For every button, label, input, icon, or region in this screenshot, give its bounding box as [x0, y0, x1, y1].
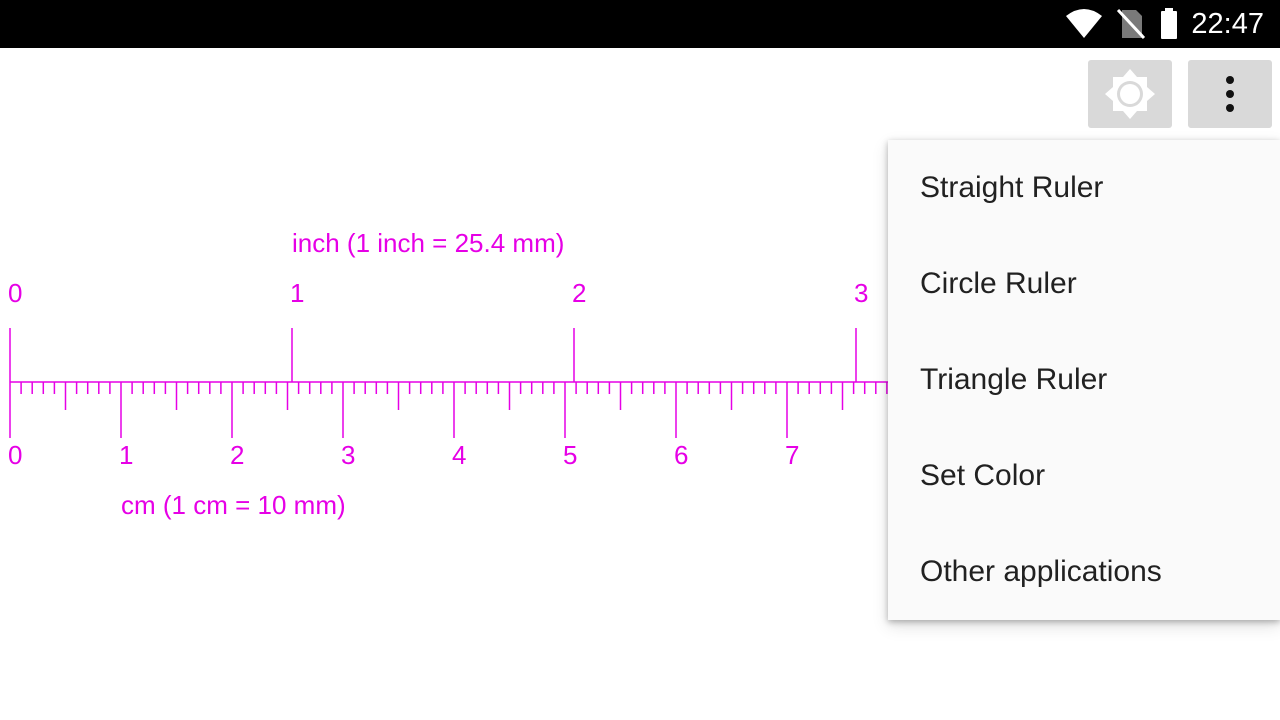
status-clock: 22:47: [1191, 8, 1264, 40]
status-bar: 22:47: [0, 0, 1280, 48]
cm-unit-label: cm (1 cm = 10 mm): [121, 490, 346, 520]
inch-unit-label: inch (1 inch = 25.4 mm): [292, 228, 564, 258]
menu-item-label: Other applications: [920, 555, 1162, 588]
cm-tick-label: 0: [8, 440, 22, 470]
battery-icon: [1161, 8, 1177, 39]
menu-item-other-applications[interactable]: Other applications: [888, 524, 1280, 620]
menu-item-label: Circle Ruler: [920, 267, 1077, 300]
cm-tick-label: 4: [452, 440, 466, 470]
menu-item-label: Set Color: [920, 459, 1046, 492]
menu-item-triangle-ruler[interactable]: Triangle Ruler: [888, 332, 1280, 428]
inch-tick-label: 3: [854, 278, 868, 308]
inch-tick-label: 1: [290, 278, 304, 308]
wifi-icon: [1066, 9, 1102, 38]
cm-tick-label: 5: [563, 440, 577, 470]
overflow-menu: Straight Ruler Circle Ruler Triangle Rul…: [888, 140, 1280, 620]
menu-item-label: Straight Ruler: [920, 171, 1104, 204]
cm-tick-label: 1: [119, 440, 133, 470]
cm-tick-label: 7: [785, 440, 799, 470]
cm-tick-label: 6: [674, 440, 688, 470]
menu-item-label: Triangle Ruler: [920, 363, 1108, 396]
inch-tick-label: 0: [8, 278, 22, 308]
no-sim-icon: [1116, 8, 1146, 40]
menu-item-set-color[interactable]: Set Color: [888, 428, 1280, 524]
inch-tick-label: 2: [572, 278, 586, 308]
menu-item-straight-ruler[interactable]: Straight Ruler: [888, 140, 1280, 236]
cm-tick-label: 2: [230, 440, 244, 470]
menu-item-circle-ruler[interactable]: Circle Ruler: [888, 236, 1280, 332]
cm-tick-label: 3: [341, 440, 355, 470]
